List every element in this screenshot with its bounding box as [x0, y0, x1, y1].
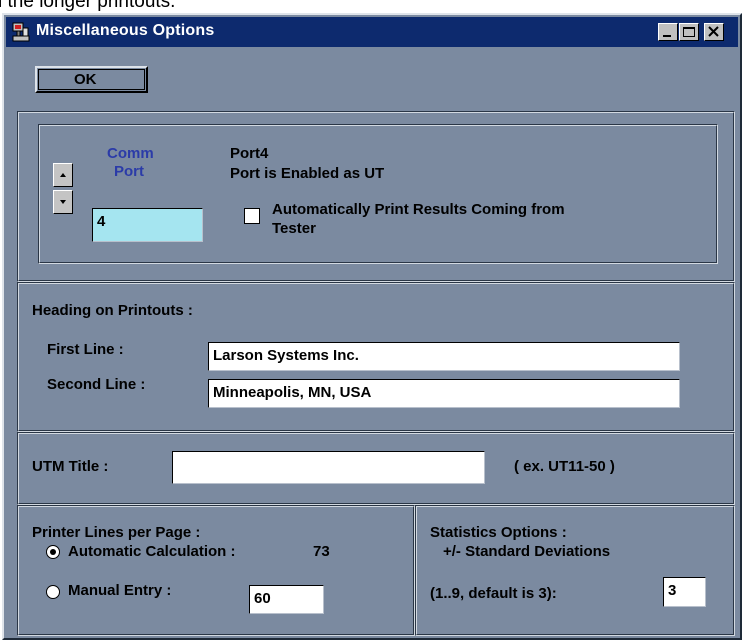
auto-print-label-line2: Tester [272, 220, 316, 237]
comm-port-input[interactable]: 4 [92, 208, 203, 242]
background-document-text: l the longer printouts. [0, 0, 176, 12]
standard-deviations-label: +/- Standard Deviations [443, 543, 611, 560]
second-line-label: Second Line : [47, 376, 146, 393]
minimize-button[interactable] [658, 23, 678, 41]
printer-lines-label: Printer Lines per Page : [32, 524, 201, 541]
standard-deviations-input[interactable]: 3 [663, 577, 706, 607]
heading-label: Heading on Printouts : [32, 302, 193, 319]
comm-label-line1: Comm [107, 145, 154, 162]
automatic-calculation-value: 73 [313, 543, 330, 560]
app-icon [12, 22, 30, 42]
maximize-button[interactable] [679, 23, 699, 41]
close-button[interactable] [704, 23, 724, 41]
utm-title-input[interactable] [172, 451, 485, 484]
port-name: Port4 [230, 145, 269, 162]
spin-down-button[interactable] [53, 190, 73, 214]
statistics-options-label: Statistics Options : [430, 524, 567, 541]
auto-print-checkbox[interactable] [244, 208, 260, 224]
ok-button[interactable]: OK [35, 66, 148, 93]
utm-title-label: UTM Title : [32, 458, 109, 475]
automatic-calculation-label: Automatic Calculation : [68, 543, 236, 560]
deviation-range-label: (1..9, default is 3): [430, 585, 557, 602]
auto-print-label-line1: Automatically Print Results Coming from [272, 201, 565, 218]
comm-label-line2: Port [114, 163, 144, 180]
title-bar[interactable]: Miscellaneous Options [6, 17, 738, 47]
first-line-input[interactable]: Larson Systems Inc. [208, 342, 680, 371]
manual-entry-radio[interactable] [46, 585, 60, 599]
utm-example: ( ex. UT11-50 ) [514, 458, 615, 475]
manual-entry-input[interactable]: 60 [249, 585, 324, 614]
automatic-calculation-radio[interactable] [46, 545, 60, 559]
second-line-input[interactable]: Minneapolis, MN, USA [208, 379, 680, 408]
window-title: Miscellaneous Options [36, 22, 215, 39]
miscellaneous-options-dialog: Miscellaneous Options OK Comm Port 4 Por… [2, 13, 742, 640]
first-line-label: First Line : [47, 341, 124, 358]
ok-button-label: OK [74, 71, 97, 88]
port-status: Port is Enabled as UT [230, 165, 385, 182]
spin-up-button[interactable] [53, 163, 73, 187]
manual-entry-label: Manual Entry : [68, 582, 172, 599]
